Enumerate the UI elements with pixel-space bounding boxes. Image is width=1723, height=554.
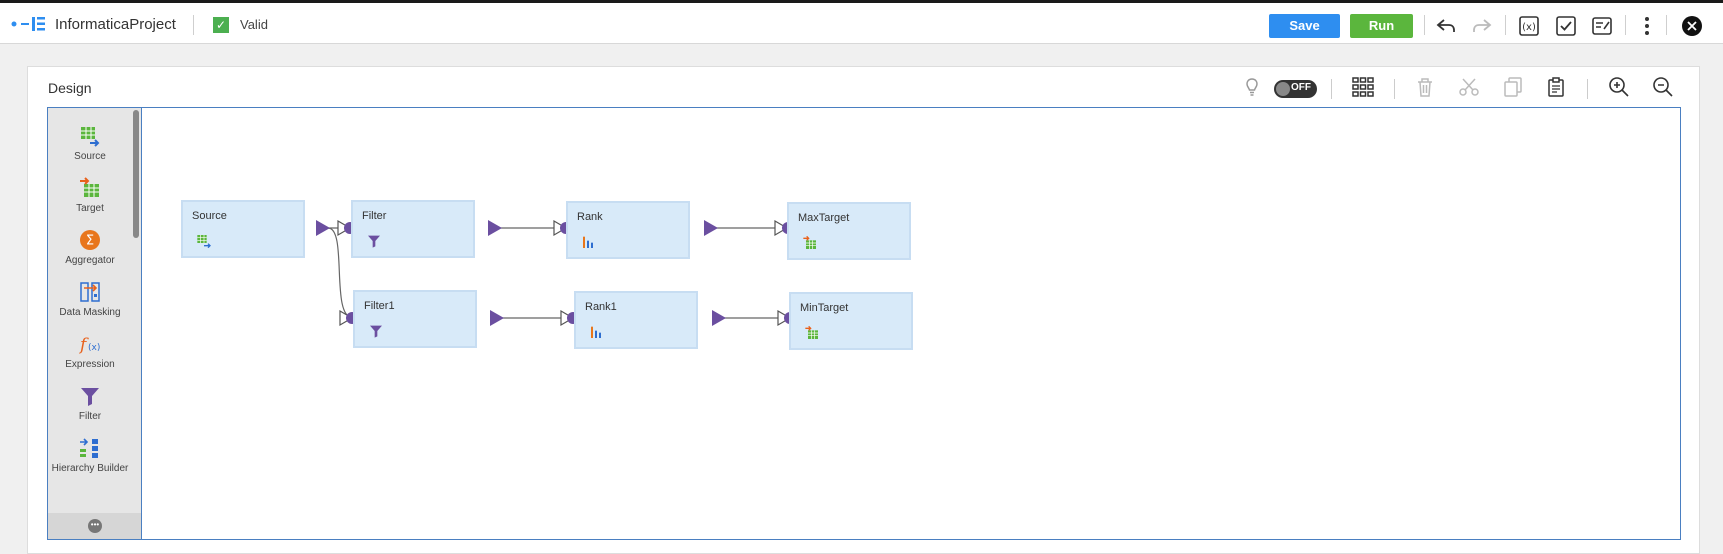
toggle-label: OFF (1291, 82, 1311, 93)
divider (1505, 15, 1506, 35)
design-title: Design (48, 80, 92, 96)
node-rank[interactable]: Rank (566, 201, 690, 259)
cut-icon[interactable] (1457, 75, 1481, 99)
output-port-filter (488, 220, 502, 236)
parameters-icon[interactable]: (x) (1517, 14, 1541, 38)
filter-icon (370, 325, 382, 338)
node-source[interactable]: Source (181, 200, 305, 258)
valid-check-icon: ✓ (213, 17, 229, 33)
validation-status: Valid (240, 17, 268, 32)
divider (1666, 15, 1667, 35)
project-title: InformaticaProject (55, 16, 176, 33)
node-label: MinTarget (800, 302, 849, 314)
arrange-all-icon[interactable] (1351, 75, 1375, 99)
node-mintarget[interactable]: MinTarget (789, 292, 913, 350)
save-button[interactable]: Save (1269, 14, 1340, 38)
target-icon (805, 325, 818, 339)
filter-icon (368, 235, 380, 248)
paste-icon[interactable] (1544, 75, 1568, 99)
zoom-out-icon[interactable] (1651, 75, 1675, 99)
rank-icon (583, 236, 593, 248)
output-port-source (316, 220, 330, 236)
node-maxtarget[interactable]: MaxTarget (787, 202, 911, 260)
divider (1424, 15, 1425, 35)
zoom-in-icon[interactable] (1607, 75, 1631, 99)
mapping-canvas[interactable]: Source Target Σ Aggregator Data Masking … (47, 107, 1681, 540)
divider (1331, 79, 1332, 99)
source-icon (197, 235, 211, 249)
output-port-rank1 (712, 310, 726, 326)
notes-icon[interactable] (1590, 14, 1614, 38)
mapping-logo-icon (11, 17, 45, 31)
smart-mode-toggle[interactable]: OFF (1274, 80, 1317, 98)
lightbulb-icon[interactable] (1240, 75, 1264, 99)
node-label: Rank1 (585, 301, 617, 313)
copy-icon[interactable] (1501, 75, 1525, 99)
link-source-filter1 (327, 227, 354, 319)
divider (193, 15, 194, 35)
target-icon (803, 235, 816, 249)
node-label: Filter1 (364, 300, 395, 312)
node-rank1[interactable]: Rank1 (574, 291, 698, 349)
node-label: MaxTarget (798, 212, 850, 224)
validate-icon[interactable] (1554, 14, 1578, 38)
run-button[interactable]: Run (1350, 14, 1413, 38)
undo-icon[interactable] (1434, 14, 1458, 38)
top-bar: InformaticaProject ✓ Valid Save Run (x) (0, 0, 1723, 44)
output-port-rank (704, 220, 718, 236)
rank-icon (591, 326, 601, 338)
design-panel: Design OFF Source Target Σ Aggregator Da… (27, 66, 1700, 554)
svg-text:(x): (x) (1522, 22, 1536, 33)
node-label: Rank (577, 211, 603, 223)
toggle-knob (1276, 82, 1290, 96)
redo-icon[interactable] (1470, 14, 1494, 38)
more-icon[interactable] (1635, 14, 1659, 38)
divider (1625, 15, 1626, 35)
close-icon[interactable] (1680, 14, 1704, 38)
node-label: Source (192, 210, 227, 222)
delete-icon[interactable] (1413, 75, 1437, 99)
node-filter1[interactable]: Filter1 (353, 290, 477, 348)
node-filter[interactable]: Filter (351, 200, 475, 258)
output-port-filter1 (490, 310, 504, 326)
divider (1394, 79, 1395, 99)
node-label: Filter (362, 210, 387, 222)
divider (1587, 79, 1588, 99)
